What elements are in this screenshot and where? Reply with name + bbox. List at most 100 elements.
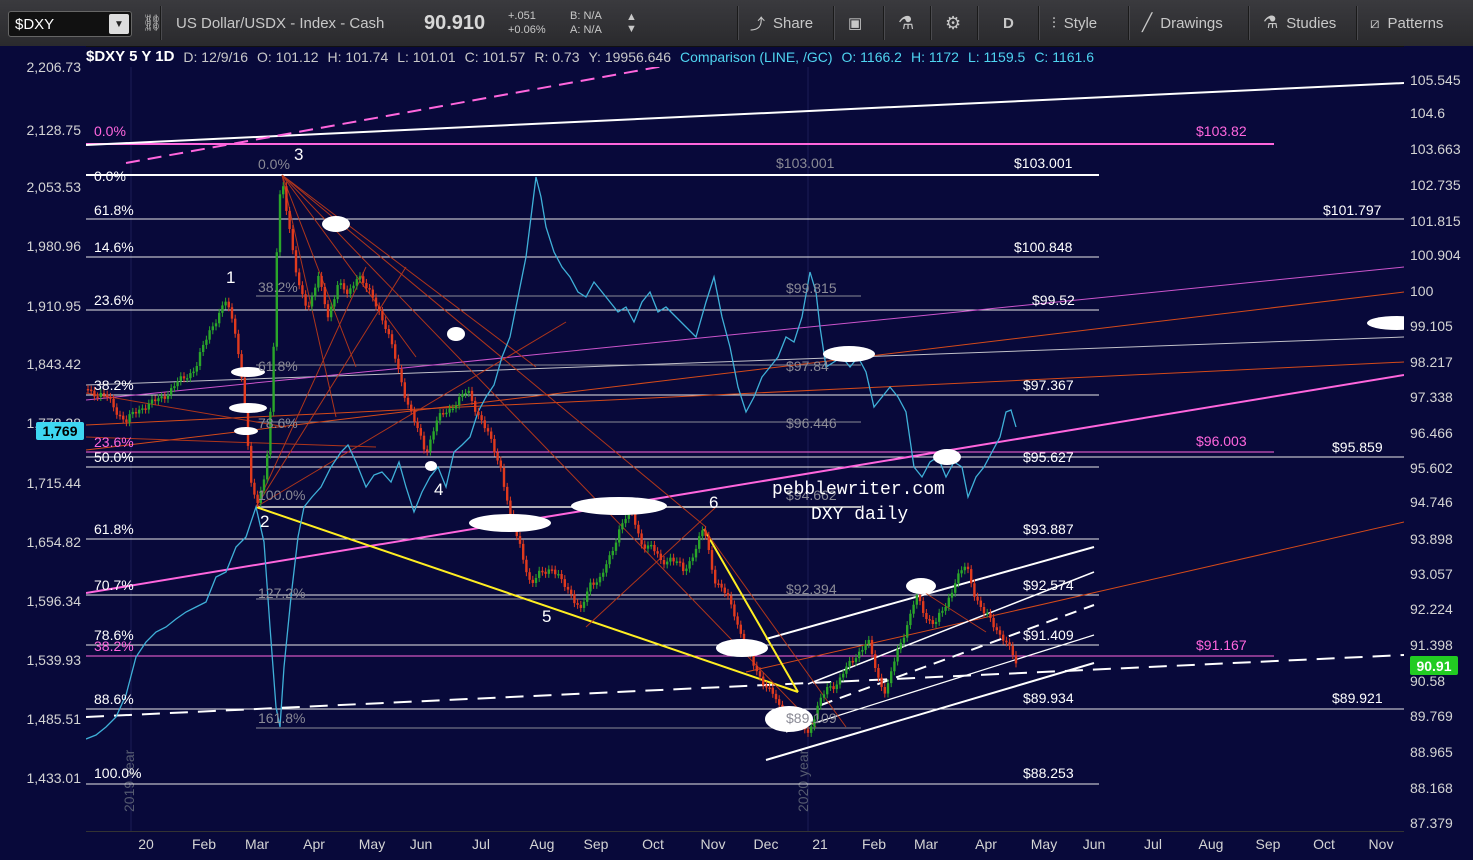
svg-text:$101.797: $101.797 bbox=[1323, 202, 1382, 218]
candle-body bbox=[442, 413, 445, 415]
candle-body bbox=[563, 579, 566, 587]
candle-body bbox=[166, 394, 170, 399]
drawings-label: Drawings bbox=[1160, 14, 1223, 32]
candle-body bbox=[576, 603, 579, 605]
left-axis-label: 2,128.75 bbox=[26, 122, 82, 138]
time-axis[interactable]: 20 Feb Mar Apr May Jun Jul Aug Sep Oct N… bbox=[86, 831, 1404, 860]
candle-body bbox=[826, 686, 829, 695]
left-price-axis[interactable]: 2,206.73 2,128.75 2,053.53 1,980.96 1,91… bbox=[0, 46, 86, 859]
info-y: Y: 19956.646 bbox=[588, 48, 672, 65]
cmp-high: H: 1172 bbox=[910, 48, 959, 65]
info-high: H: 101.74 bbox=[327, 48, 389, 65]
right-price-axis[interactable]: 105.545 104.6 103.663 102.735 101.815 10… bbox=[1404, 46, 1473, 859]
svg-text:$89.934: $89.934 bbox=[1023, 690, 1074, 706]
candle-body bbox=[371, 289, 374, 298]
candle-body bbox=[102, 393, 106, 395]
candle-body bbox=[557, 574, 560, 576]
svg-text:14.6%: 14.6% bbox=[94, 239, 134, 255]
symbol-description: US Dollar/USDX - Index - Cash bbox=[176, 14, 385, 32]
share-label: Share bbox=[773, 14, 814, 32]
candle-body bbox=[618, 529, 621, 543]
svg-text:61.8%: 61.8% bbox=[94, 521, 134, 537]
chart-info-bar: $DXY 5 Y 1D D: 12/9/16 O: 101.12 H: 101.… bbox=[86, 46, 1103, 67]
svg-text:61.8%: 61.8% bbox=[94, 202, 134, 218]
price-chart[interactable]: 2019 year 2020 year 0.0% 61.8% 14.6% 23.… bbox=[86, 67, 1404, 831]
candle-body bbox=[755, 665, 758, 672]
candle-body bbox=[202, 344, 205, 353]
change-percent: +0.06% bbox=[508, 24, 546, 36]
candle-body bbox=[1014, 655, 1018, 664]
candle-body bbox=[1011, 645, 1014, 656]
studies-button[interactable]: ⚗ Studies bbox=[1263, 0, 1336, 46]
candle-body bbox=[490, 431, 493, 439]
time-label: Aug bbox=[1198, 836, 1224, 852]
candle-body bbox=[534, 577, 538, 583]
candle-body bbox=[762, 676, 765, 686]
fib-gray-labels: 0.0% 38.2% 61.8% 78.6% 100.0% 127.2% 161… bbox=[258, 156, 305, 726]
candle-body bbox=[390, 334, 394, 345]
svg-text:0.0%: 0.0% bbox=[258, 156, 290, 172]
flask-icon[interactable]: ⚗ bbox=[898, 0, 914, 46]
candle-body bbox=[160, 396, 163, 399]
chevron-down-icon[interactable]: ▼ bbox=[109, 14, 129, 34]
symbol-input[interactable]: $DXY ▼ bbox=[8, 11, 132, 37]
candle-body bbox=[429, 439, 432, 452]
candle-body bbox=[413, 410, 416, 422]
separator bbox=[1356, 6, 1358, 40]
chart-settings-icon[interactable]: ▣ bbox=[848, 0, 862, 46]
candle-body bbox=[928, 619, 931, 621]
separator bbox=[1038, 6, 1040, 40]
candle-body bbox=[666, 561, 669, 565]
pink-level-labels: $103.82 $96.003 $91.167 bbox=[1196, 123, 1247, 653]
right-axis-label: 97.338 bbox=[1410, 389, 1453, 405]
candle-body bbox=[1002, 634, 1005, 641]
candle-body bbox=[128, 414, 131, 423]
candle-body bbox=[643, 544, 646, 549]
candle-body bbox=[144, 408, 147, 410]
candle-body bbox=[416, 421, 419, 429]
candle-body bbox=[819, 697, 822, 706]
candle-body bbox=[566, 586, 570, 590]
candle-body bbox=[880, 677, 883, 688]
time-label: Aug bbox=[529, 836, 555, 852]
candle-body bbox=[736, 616, 739, 625]
candle-body bbox=[957, 573, 960, 584]
comparison-label[interactable]: Comparison (LINE, /GC) bbox=[680, 49, 832, 65]
cmp-low: L: 1159.5 bbox=[967, 48, 1026, 65]
candle-body bbox=[595, 582, 598, 585]
candle-body bbox=[701, 530, 704, 537]
gear-icon[interactable]: ⚙ bbox=[945, 0, 961, 46]
drawings-button[interactable]: ╱ Drawings bbox=[1142, 0, 1223, 46]
left-axis-label: 1,485.51 bbox=[26, 711, 82, 727]
candle-body bbox=[646, 545, 650, 549]
candle-body bbox=[138, 409, 141, 414]
time-label: Apr bbox=[975, 836, 997, 852]
interval-button[interactable]: D bbox=[1003, 0, 1014, 46]
candle-body bbox=[806, 729, 810, 733]
candle-body bbox=[531, 579, 534, 583]
candle-body bbox=[960, 570, 963, 574]
candle-body bbox=[301, 285, 304, 295]
share-button[interactable]: ⤴ Share bbox=[750, 0, 813, 46]
candle-body bbox=[624, 518, 627, 524]
candle-body bbox=[157, 398, 160, 402]
gray-level-labels: $103.001 $99.815 $97.84 $96.446 $94.662 … bbox=[776, 155, 837, 726]
svg-text:23.6%: 23.6% bbox=[94, 292, 134, 308]
candle-body bbox=[554, 569, 557, 575]
candle-body bbox=[480, 415, 483, 421]
scroll-arrows-icon[interactable]: ▲ ▼ bbox=[626, 0, 637, 46]
style-button[interactable]: ⫶ Style bbox=[1052, 0, 1097, 46]
info-open: O: 101.12 bbox=[257, 48, 319, 65]
candle-body bbox=[992, 617, 995, 628]
svg-text:$99.815: $99.815 bbox=[786, 280, 837, 296]
candle-body bbox=[320, 275, 323, 287]
candle-body bbox=[282, 186, 285, 195]
right-axis-label: 104.6 bbox=[1410, 105, 1446, 121]
candle-body bbox=[931, 620, 934, 625]
candle-body bbox=[941, 610, 944, 613]
trendline-red-3 bbox=[745, 521, 1404, 673]
candle-body bbox=[170, 388, 173, 395]
patterns-button[interactable]: ⧄ Patterns bbox=[1370, 0, 1443, 46]
candle-body bbox=[925, 612, 928, 620]
svg-text:61.8%: 61.8% bbox=[258, 358, 298, 374]
